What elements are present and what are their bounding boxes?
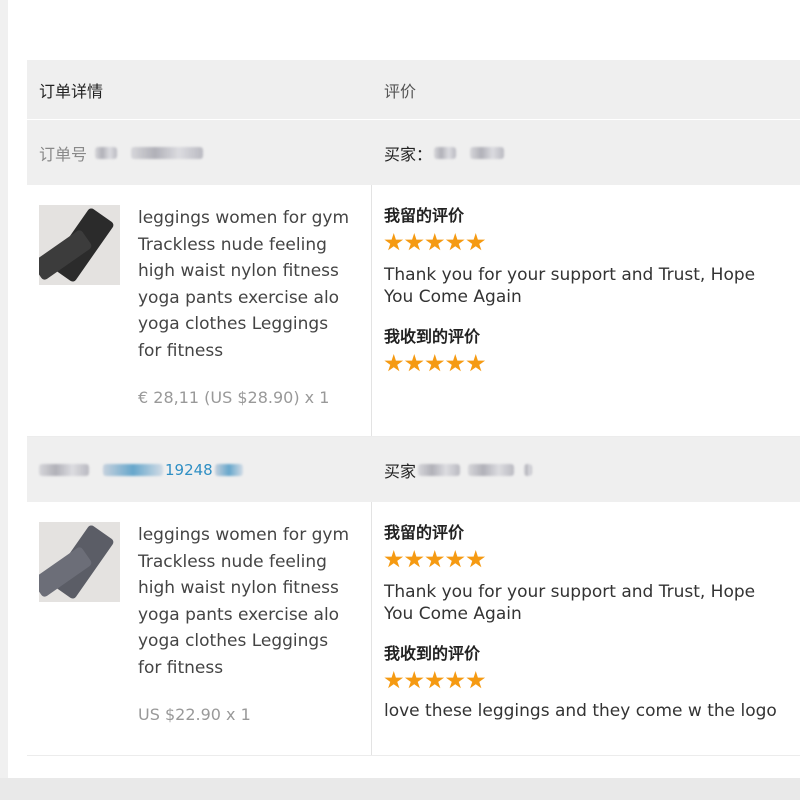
star-icon (425, 671, 445, 689)
redacted-text (468, 463, 515, 476)
my-review-text: Thank you for your support and Trust, Ho… (384, 582, 756, 624)
star-icon (425, 354, 445, 372)
product-price: US $22.90 x 1 (138, 705, 251, 724)
left-margin (0, 0, 8, 800)
received-review-stars (384, 671, 800, 693)
order-details-header: 订单详情 (39, 81, 104, 101)
order-number-cell: 订单号 (27, 141, 372, 165)
star-icon (384, 671, 404, 689)
redacted-text (103, 463, 163, 476)
star-icon (445, 671, 465, 689)
product-title[interactable]: leggings women for gym Trackless nude fe… (138, 522, 355, 681)
product-image[interactable] (39, 522, 120, 602)
star-icon (384, 233, 404, 251)
star-icon (445, 550, 465, 568)
order-number-label: 订单号 (39, 144, 88, 164)
star-icon (445, 233, 465, 251)
bottom-margin (0, 778, 800, 800)
star-icon (466, 233, 486, 251)
product-image[interactable] (39, 205, 120, 285)
review-header: 评价 (384, 81, 417, 101)
order-bar: 19248 买家 (27, 437, 800, 502)
star-icon (425, 550, 445, 568)
review-cell: 我留的评价 Thank you for your support and Tru… (372, 185, 800, 436)
redacted-text (39, 463, 89, 476)
buyer-label: 买家： (384, 144, 433, 164)
star-icon (404, 550, 424, 568)
product-info: leggings women for gym Trackless nude fe… (120, 522, 355, 755)
product-cell: leggings women for gym Trackless nude fe… (27, 185, 372, 436)
my-review-label: 我留的评价 (384, 523, 465, 542)
star-icon (466, 671, 486, 689)
buyer-label: 买家 (384, 461, 417, 481)
my-review-label: 我留的评价 (384, 206, 465, 225)
redacted-text (214, 463, 243, 476)
redacted-text (418, 463, 461, 476)
my-review-stars (384, 233, 800, 255)
received-review-text: love these leggings and they come w the … (384, 701, 777, 721)
star-icon (404, 354, 424, 372)
star-icon (404, 671, 424, 689)
my-review-text: Thank you for your support and Trust, Ho… (384, 265, 756, 307)
buyer-cell: 买家 (372, 458, 533, 482)
received-review-stars (384, 354, 800, 376)
product-info: leggings women for gym Trackless nude fe… (120, 205, 355, 436)
star-icon (384, 550, 404, 568)
orders-table: 订单详情 评价 订单号 买家： leggings women for gym T… (27, 60, 800, 756)
page-background: 订单详情 评价 订单号 买家： leggings women for gym T… (0, 0, 800, 800)
star-icon (466, 550, 486, 568)
star-icon (384, 354, 404, 372)
redacted-text (434, 146, 457, 159)
buyer-cell: 买家： (372, 141, 505, 165)
table-row: leggings women for gym Trackless nude fe… (27, 502, 800, 756)
order-number-cell: 19248 (27, 461, 372, 479)
table-row: leggings women for gym Trackless nude fe… (27, 185, 800, 437)
star-icon (445, 354, 465, 372)
star-icon (404, 233, 424, 251)
product-price: € 28,11 (US $28.90) x 1 (138, 388, 330, 407)
star-icon (425, 233, 445, 251)
star-icon (466, 354, 486, 372)
product-cell: leggings women for gym Trackless nude fe… (27, 502, 372, 755)
redacted-text (470, 146, 505, 159)
table-header: 订单详情 评价 (27, 60, 800, 120)
order-number-link[interactable]: 19248 (165, 461, 213, 479)
received-review-label: 我收到的评价 (384, 327, 481, 346)
redacted-text (95, 146, 118, 159)
redacted-text (131, 146, 204, 159)
redacted-text (524, 463, 533, 476)
product-title[interactable]: leggings women for gym Trackless nude fe… (138, 205, 355, 364)
my-review-stars (384, 550, 800, 572)
review-cell: 我留的评价 Thank you for your support and Tru… (372, 502, 800, 755)
order-bar: 订单号 买家： (27, 120, 800, 185)
received-review-label: 我收到的评价 (384, 644, 481, 663)
